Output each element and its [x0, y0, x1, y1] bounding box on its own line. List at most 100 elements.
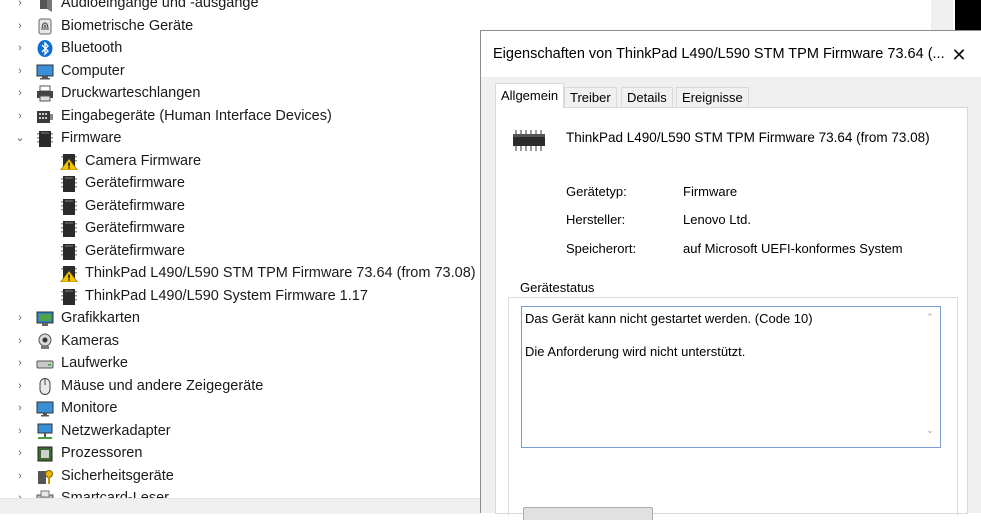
speaker-icon: [40, 0, 52, 12]
tree-item-label: Computer: [61, 62, 125, 79]
chevron-down-icon[interactable]: ⌄: [14, 127, 26, 150]
tree-category[interactable]: › Audioeingänge und -ausgänge: [0, 0, 480, 15]
status-line-2: Die Anforderung wird nicht unterstützt.: [525, 344, 746, 359]
firmware-chip-icon: [61, 198, 77, 215]
tree-item-label: Gerätefirmware: [85, 242, 185, 259]
close-button[interactable]: ✕: [945, 45, 973, 65]
tree-category[interactable]: › Biometrische Geräte: [0, 15, 480, 38]
tab-page-allgemein: ThinkPad L490/L590 STM TPM Firmware 73.6…: [495, 107, 968, 520]
tree-device[interactable]: Gerätefirmware: [0, 217, 480, 240]
firmware-chip-icon: [37, 131, 53, 147]
tab-details[interactable]: Details: [621, 87, 673, 107]
tree-device[interactable]: ThinkPad L490/L590 STM TPM Firmware 73.6…: [0, 262, 480, 285]
chevron-right-icon[interactable]: ›: [14, 0, 26, 15]
dialog-button-partial[interactable]: [523, 507, 653, 520]
chevron-right-icon[interactable]: ›: [14, 352, 26, 375]
disk-drive-icon: [36, 360, 54, 369]
status-line-1: Das Gerät kann nicht gestartet werden. (…: [525, 311, 813, 326]
tree-category[interactable]: › Laufwerke: [0, 352, 480, 375]
chevron-right-icon[interactable]: ›: [14, 82, 26, 105]
printer-icon: [37, 85, 53, 102]
tree-category[interactable]: › Grafikkarten: [0, 307, 480, 330]
chevron-right-icon[interactable]: ›: [14, 105, 26, 128]
prop-label-speicherort: Speicherort:: [566, 241, 637, 256]
tab-treiber[interactable]: Treiber: [564, 87, 617, 107]
tree-device[interactable]: Gerätefirmware: [0, 240, 480, 263]
prop-value-speicherort: auf Microsoft UEFI-konformes System: [683, 241, 903, 256]
tree-horizontal-scrollbar[interactable]: [0, 498, 480, 514]
tree-item-label: Kameras: [61, 332, 120, 349]
tree-item-label: Druckwarteschlangen: [61, 85, 201, 101]
properties-dialog: Eigenschaften von ThinkPad L490/L590 STM…: [480, 30, 981, 520]
tree-category[interactable]: › Eingabegeräte (Human Interface Devices): [0, 105, 480, 128]
firmware-chip-icon: [61, 243, 77, 260]
tree-item-label: Netzwerkadapter: [61, 422, 171, 439]
chevron-right-icon[interactable]: ›: [14, 37, 26, 60]
chevron-right-icon[interactable]: ›: [14, 330, 26, 353]
dialog-titlebar[interactable]: Eigenschaften von ThinkPad L490/L590 STM…: [481, 31, 981, 77]
tab-ereignisse[interactable]: Ereignisse: [676, 87, 749, 107]
firmware-warning-icon: [60, 266, 78, 282]
scroll-down-icon[interactable]: ⌄: [924, 425, 936, 436]
tree-item-label: Bluetooth: [61, 40, 123, 56]
tab-allgemein[interactable]: Allgemein: [495, 83, 565, 108]
tree-item-label: Mäuse und andere Zeigegeräte: [61, 377, 264, 394]
tree-item-label: Biometrische Geräte: [61, 17, 194, 34]
firmware-warning-icon: [60, 153, 78, 170]
tree-item-label: ThinkPad L490/L590 STM TPM Firmware 73.6…: [85, 265, 476, 281]
computer-monitor-icon: [36, 64, 54, 79]
tree-category[interactable]: › Monitore: [0, 397, 480, 420]
tree-category[interactable]: › Mäuse und andere Zeigegeräte: [0, 375, 480, 398]
hid-keyboard-icon: [37, 110, 53, 123]
device-name: ThinkPad L490/L590 STM TPM Firmware 73.6…: [566, 130, 930, 145]
chevron-right-icon[interactable]: ›: [14, 420, 26, 443]
scroll-up-icon[interactable]: ⌃: [924, 312, 936, 323]
chevron-right-icon[interactable]: ›: [14, 307, 26, 330]
tree-category[interactable]: › Computer: [0, 60, 480, 83]
firmware-chip-icon: [61, 221, 77, 237]
tree-item-label: Laufwerke: [61, 355, 128, 371]
tree-device[interactable]: ThinkPad L490/L590 System Firmware 1.17: [0, 285, 480, 308]
chevron-right-icon[interactable]: ›: [14, 397, 26, 420]
dialog-title: Eigenschaften von ThinkPad L490/L590 STM…: [493, 46, 945, 62]
prop-value-hersteller: Lenovo Ltd.: [683, 212, 751, 227]
chevron-right-icon[interactable]: ›: [14, 60, 26, 83]
tree-item-label: Prozessoren: [61, 445, 143, 461]
tree-item-label: Gerätefirmware: [85, 175, 185, 191]
chevron-right-icon[interactable]: ›: [14, 442, 26, 465]
prop-label-hersteller: Hersteller:: [566, 212, 626, 227]
firmware-chip-icon: [61, 176, 77, 192]
display-adapter-icon: [36, 311, 54, 326]
prop-value-geraetetyp: Firmware: [683, 184, 738, 199]
tree-category[interactable]: › Druckwarteschlangen: [0, 82, 480, 105]
chevron-right-icon[interactable]: ›: [14, 375, 26, 398]
chevron-right-icon[interactable]: ›: [14, 465, 26, 488]
tree-device[interactable]: Gerätefirmware: [0, 195, 480, 218]
tree-device[interactable]: Gerätefirmware: [0, 172, 480, 195]
tree-item-label: Firmware: [61, 130, 122, 146]
device-status-textbox[interactable]: Das Gerät kann nicht gestartet werden. (…: [521, 306, 941, 448]
tree-category[interactable]: › Netzwerkadapter: [0, 420, 480, 443]
device-status-label: Gerätestatus: [516, 280, 599, 295]
tree-item-label: Gerätefirmware: [85, 197, 185, 214]
firmware-chip-icon: [513, 130, 545, 151]
tree-category[interactable]: › Kameras: [0, 330, 480, 353]
network-adapter-icon: [37, 423, 53, 439]
chevron-right-icon[interactable]: ›: [14, 15, 26, 38]
processor-icon: [37, 446, 53, 462]
close-icon: ✕: [951, 45, 967, 65]
tree-category[interactable]: › Bluetooth: [0, 37, 480, 60]
tree-item-label: Sicherheitsgeräte: [61, 467, 174, 484]
tree-category[interactable]: › Prozessoren: [0, 442, 480, 465]
firmware-chip-icon: [61, 288, 77, 305]
fingerprint-icon: [38, 18, 52, 34]
monitor-icon: [36, 401, 54, 417]
tree-category[interactable]: › Sicherheitsgeräte: [0, 465, 480, 488]
webcam-icon: [38, 333, 52, 349]
tree-item-label: Gerätefirmware: [85, 220, 185, 236]
device-tree: › Audioeingänge und -ausgänge › Biometrisch…: [0, 0, 480, 510]
tree-item-label: Grafikkarten: [61, 310, 140, 326]
tree-category[interactable]: ⌄ Firmware: [0, 127, 480, 150]
tree-device[interactable]: Camera Firmware: [0, 150, 480, 173]
tree-item-label: Camera Firmware: [85, 152, 202, 169]
